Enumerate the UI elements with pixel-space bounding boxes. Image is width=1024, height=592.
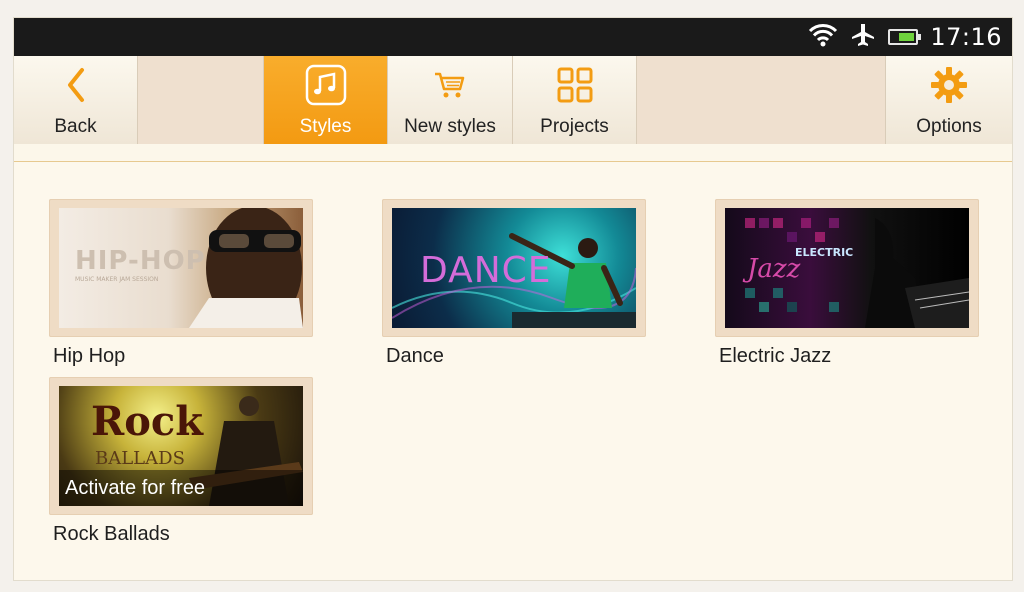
toolbar-underline	[14, 144, 1012, 162]
style-tile-electric-jazz[interactable]: ELECTRIC Jazz Electric Jazz	[715, 199, 979, 368]
style-thumbnail-frame[interactable]: DANCE	[382, 199, 646, 337]
jazz-art-title: ELECTRIC	[795, 246, 854, 259]
style-name: Dance	[386, 345, 444, 367]
rock-art-title: Rock	[91, 398, 203, 445]
style-tile-rock-ballads[interactable]: Rock BALLADS Activate for free Rock Ball…	[49, 377, 313, 546]
new-styles-label: New styles	[404, 116, 496, 137]
styles-label: Styles	[299, 116, 352, 137]
back-label: Back	[54, 116, 97, 137]
rock-art-subtitle: BALLADS	[95, 448, 185, 469]
electric-jazz-artwork: ELECTRIC Jazz	[725, 208, 969, 328]
jazz-art-subtitle: Jazz	[747, 254, 801, 284]
rock-ballads-artwork: Rock BALLADS Activate for free	[59, 386, 303, 506]
style-name: Rock Ballads	[53, 523, 170, 545]
toolbar-spacer	[138, 56, 264, 144]
dance-artwork: DANCE	[392, 208, 636, 328]
style-thumbnail-frame[interactable]: ELECTRIC Jazz	[715, 199, 979, 337]
style-name: Hip Hop	[53, 345, 126, 367]
hip-hop-art-subtitle: MUSIC MAKER JAM SESSION	[75, 276, 159, 283]
style-tile-dance[interactable]: DANCE Dance	[382, 199, 646, 368]
style-thumbnail-frame[interactable]: HIP-HOP MUSIC MAKER JAM SESSION	[49, 199, 313, 337]
style-tile-hip-hop[interactable]: HIP-HOP MUSIC MAKER JAM SESSION Hip Hop	[49, 199, 313, 368]
options-label: Options	[916, 116, 982, 137]
status-bar: 17:16	[14, 18, 1012, 56]
grid-icon	[557, 67, 593, 108]
styles-tab[interactable]: Styles	[264, 56, 388, 144]
app-window: 17:16 Back Styles New styles Projects Op…	[14, 18, 1012, 580]
shopping-cart-icon	[433, 70, 467, 105]
dance-art-title: DANCE	[420, 250, 552, 291]
chevron-left-icon	[64, 67, 88, 108]
gear-icon	[930, 66, 968, 109]
toolbar-spacer	[637, 56, 886, 144]
airplane-mode-icon	[850, 22, 876, 53]
projects-tab[interactable]: Projects	[513, 56, 637, 144]
music-notes-icon	[305, 64, 347, 111]
options-button[interactable]: Options	[886, 56, 1012, 144]
new-styles-tab[interactable]: New styles	[388, 56, 513, 144]
activate-for-free-overlay[interactable]: Activate for free	[59, 470, 303, 506]
wifi-icon	[808, 22, 838, 53]
style-name: Electric Jazz	[719, 345, 832, 367]
projects-label: Projects	[540, 116, 609, 137]
clock: 17:16	[930, 23, 1002, 51]
back-button[interactable]: Back	[14, 56, 138, 144]
battery-icon	[888, 29, 922, 45]
hip-hop-art-title: HIP-HOP	[75, 246, 206, 276]
hip-hop-artwork: HIP-HOP MUSIC MAKER JAM SESSION	[59, 208, 303, 328]
action-bar: Back Styles New styles Projects Options	[14, 56, 1012, 144]
style-thumbnail-frame[interactable]: Rock BALLADS Activate for free	[49, 377, 313, 515]
